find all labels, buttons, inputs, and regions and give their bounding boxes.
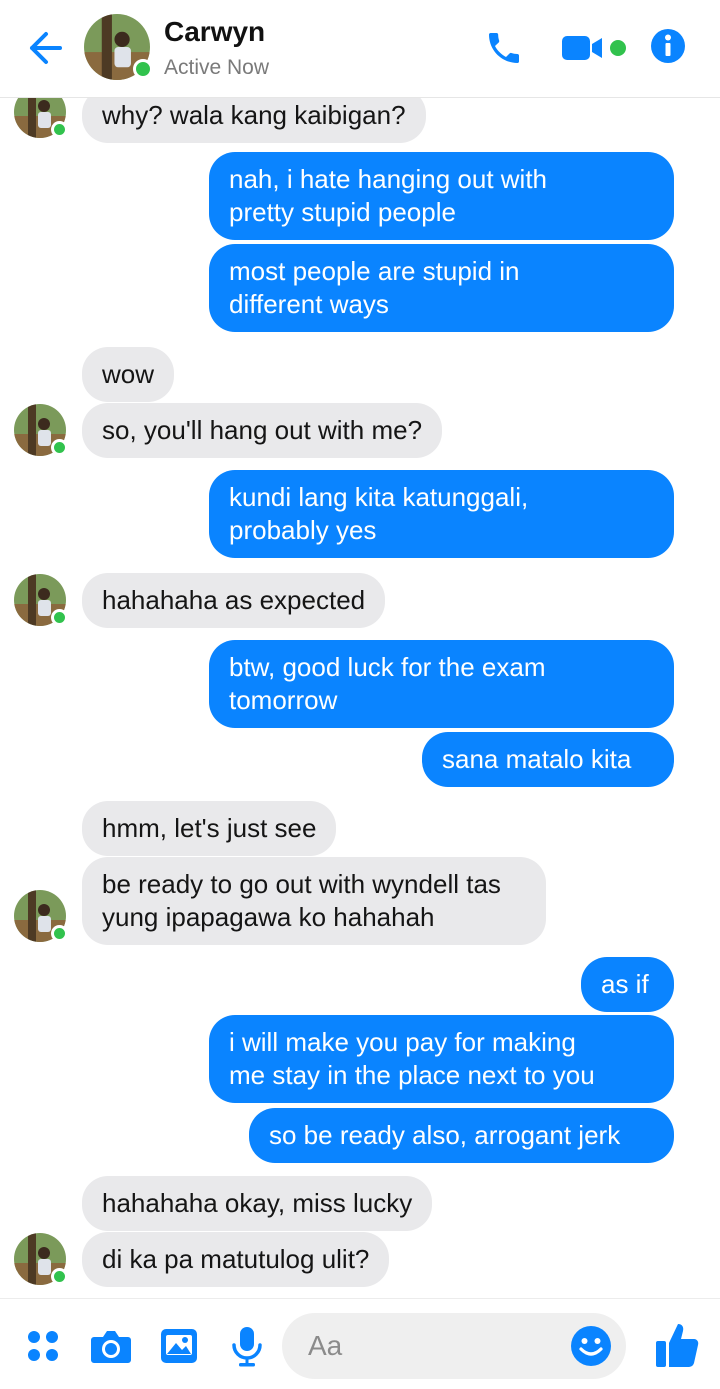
message-bubble-outgoing[interactable]: i will make you pay for making me stay i… xyxy=(209,1015,674,1103)
info-icon[interactable] xyxy=(650,28,686,64)
chat-header: Carwyn Active Now xyxy=(0,0,720,98)
message-bubble-outgoing[interactable]: as if xyxy=(581,957,674,1012)
online-indicator xyxy=(51,925,68,942)
message-bubble-outgoing[interactable]: so be ready also, arrogant jerk xyxy=(249,1108,674,1163)
contact-avatar[interactable] xyxy=(14,1233,68,1285)
message-bubble-outgoing[interactable]: nah, i hate hanging out with pretty stup… xyxy=(209,152,674,240)
contact-avatar[interactable] xyxy=(14,574,68,626)
message-input-placeholder: Aa xyxy=(308,1330,343,1361)
message-bubble-incoming[interactable]: di ka pa matutulog ulit? xyxy=(82,1232,390,1287)
message-thread: why? wala kang kaibigan? nah, i hate han… xyxy=(0,0,720,1300)
online-indicator xyxy=(51,439,68,456)
contact-avatar[interactable] xyxy=(84,14,153,80)
active-status: Active Now xyxy=(164,56,270,79)
online-indicator xyxy=(133,59,153,79)
thumbs-up-icon[interactable] xyxy=(654,1321,700,1374)
contact-avatar[interactable] xyxy=(14,404,68,456)
back-arrow-icon[interactable] xyxy=(22,26,66,70)
online-indicator xyxy=(51,121,68,138)
camera-icon[interactable] xyxy=(90,1327,132,1370)
message-bubble-outgoing[interactable]: sana matalo kita xyxy=(422,732,674,787)
contact-avatar[interactable] xyxy=(14,890,68,942)
online-indicator xyxy=(51,1268,68,1285)
message-bubble-incoming[interactable]: wow xyxy=(82,347,175,402)
emoji-icon[interactable] xyxy=(570,1325,612,1367)
video-call-icon[interactable] xyxy=(560,30,628,66)
message-bubble-incoming[interactable]: hmm, let's just see xyxy=(82,801,337,856)
online-indicator xyxy=(51,609,68,626)
menu-dots-icon[interactable] xyxy=(26,1329,60,1368)
message-bubble-outgoing[interactable]: kundi lang kita katunggali, probably yes xyxy=(209,470,674,558)
phone-call-icon[interactable] xyxy=(484,28,524,68)
message-bubble-incoming[interactable]: hahahaha as expected xyxy=(82,573,386,628)
message-bubble-incoming[interactable]: be ready to go out with wyndell tas yung… xyxy=(82,857,546,945)
message-bubble-outgoing[interactable]: most people are stupid in different ways xyxy=(209,244,674,332)
message-composer: Aa xyxy=(0,1298,720,1389)
gallery-icon[interactable] xyxy=(160,1327,198,1370)
message-bubble-incoming[interactable]: hahahaha okay, miss lucky xyxy=(82,1176,433,1231)
microphone-icon[interactable] xyxy=(230,1325,264,1372)
message-input[interactable]: Aa xyxy=(282,1313,626,1379)
contact-name[interactable]: Carwyn xyxy=(164,16,265,48)
message-bubble-outgoing[interactable]: btw, good luck for the exam tomorrow xyxy=(209,640,674,728)
message-bubble-incoming[interactable]: so, you'll hang out with me? xyxy=(82,403,443,458)
